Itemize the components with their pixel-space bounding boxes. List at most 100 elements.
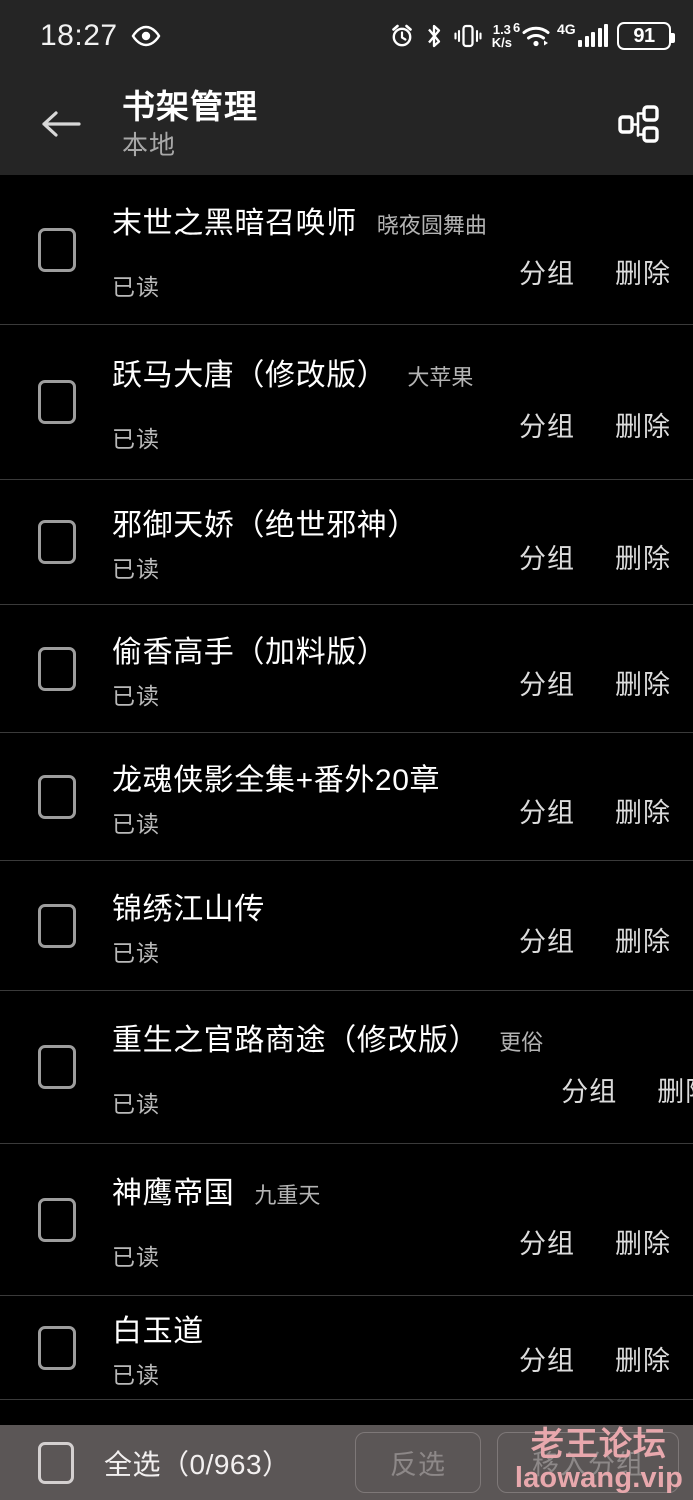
table-row[interactable]: 重生之官路商途（修改版） 更俗 已读 分组 删除 — [0, 991, 693, 1144]
row-actions: 分组 删除 — [519, 537, 671, 576]
row-title-line: 末世之黑暗召唤师 晓夜圆舞曲 — [112, 198, 501, 242]
row-actions: 分组 删除 — [519, 791, 671, 830]
signal-bars — [578, 24, 608, 47]
delete-action[interactable]: 删除 — [615, 920, 671, 959]
status-bar-left: 18:27 — [40, 19, 161, 53]
row-actions: 分组 删除 — [519, 252, 671, 291]
delete-action[interactable]: 删除 — [657, 1070, 693, 1109]
delete-action[interactable]: 删除 — [615, 537, 671, 576]
book-author: 九重天 — [254, 1182, 321, 1208]
delete-action[interactable]: 删除 — [615, 405, 671, 444]
row-content: 神鹰帝国 九重天 已读 — [112, 1168, 501, 1272]
row-checkbox[interactable] — [38, 1197, 76, 1242]
row-checkbox[interactable] — [38, 1325, 76, 1370]
status-bar-right: 1.3 K/s 6 4G 91 — [389, 20, 675, 50]
book-title: 邪御天娇（绝世邪神） — [112, 509, 418, 542]
row-actions: 分组 删除 — [561, 1070, 693, 1109]
row-checkbox[interactable] — [38, 520, 76, 564]
select-all-checkbox[interactable] — [38, 1441, 74, 1484]
row-content: 邪御天娇（绝世邪神） 已读 — [112, 500, 501, 584]
group-action[interactable]: 分组 — [519, 405, 575, 444]
row-content: 跃马大唐（修改版） 大苹果 已读 — [112, 350, 501, 454]
app-header: 书架管理 本地 — [0, 72, 693, 175]
row-title-line: 白玉道 — [112, 1306, 501, 1350]
row-actions: 分组 删除 — [519, 920, 671, 959]
row-checkbox[interactable] — [38, 227, 76, 272]
group-action[interactable]: 分组 — [519, 920, 575, 959]
network-speed-unit: K/s — [491, 35, 512, 50]
row-content: 重生之官路商途（修改版） 更俗 已读 — [112, 1015, 543, 1119]
back-button[interactable] — [30, 93, 92, 155]
table-row[interactable]: 偷香高手（加料版） 已读 分组 删除 — [0, 605, 693, 733]
group-action[interactable]: 分组 — [519, 252, 575, 291]
book-author: 晓夜圆舞曲 — [376, 212, 487, 238]
row-checkbox[interactable] — [38, 903, 76, 948]
book-title: 锦绣江山传 — [112, 892, 265, 926]
invert-selection-button[interactable]: 反选 — [355, 1432, 481, 1493]
row-actions: 分组 删除 — [519, 1222, 671, 1261]
group-action[interactable]: 分组 — [519, 537, 575, 576]
select-all-label: 全选（0/963） — [104, 1448, 291, 1480]
table-row[interactable]: 末世之黑暗召唤师 晓夜圆舞曲 已读 分组 删除 — [0, 175, 693, 325]
row-checkbox[interactable] — [38, 1045, 76, 1089]
row-actions: 分组 删除 — [519, 1339, 671, 1378]
eye-icon — [131, 25, 161, 47]
header-titles: 书架管理 本地 — [122, 87, 258, 161]
book-status: 已读 — [112, 1361, 160, 1388]
delete-action[interactable]: 删除 — [615, 663, 671, 702]
book-author: 大苹果 — [407, 365, 474, 390]
book-status: 已读 — [112, 810, 160, 837]
book-title: 神鹰帝国 — [112, 1176, 235, 1210]
delete-action[interactable]: 删除 — [615, 1339, 671, 1378]
book-title: 偷香高手（加料版） — [112, 635, 388, 669]
bluetooth-icon — [424, 22, 444, 50]
table-row[interactable]: 锦绣江山传 已读 分组 删除 — [0, 861, 693, 991]
table-row[interactable]: 龙魂侠影全集+番外20章 已读 分组 删除 — [0, 733, 693, 861]
group-action[interactable]: 分组 — [519, 1222, 575, 1261]
wifi-generation-label: 6 — [513, 20, 521, 35]
row-content: 末世之黑暗召唤师 晓夜圆舞曲 已读 — [112, 198, 501, 302]
book-status: 已读 — [112, 939, 160, 966]
app-screen: 18:27 1.3 K/s 6 4G 91 书架管理 本地 末世之黑暗召唤师 晓… — [0, 0, 693, 1500]
table-row[interactable]: 邪御天娇（绝世邪神） 已读 分组 删除 — [0, 480, 693, 605]
book-title: 重生之官路商途（修改版） — [112, 1024, 480, 1057]
group-action[interactable]: 分组 — [519, 663, 575, 702]
alarm-clock-icon — [389, 23, 415, 49]
book-title: 白玉道 — [112, 1314, 204, 1348]
row-title-line: 重生之官路商途（修改版） 更俗 — [112, 1015, 543, 1059]
group-action[interactable]: 分组 — [519, 1339, 575, 1378]
book-title: 末世之黑暗召唤师 — [112, 206, 357, 240]
row-content: 锦绣江山传 已读 — [112, 884, 501, 968]
battery-indicator: 91 — [617, 22, 675, 50]
page-subtitle: 本地 — [122, 129, 177, 160]
table-row[interactable]: 神鹰帝国 九重天 已读 分组 删除 — [0, 1144, 693, 1296]
wifi-icon: 6 — [513, 20, 551, 49]
book-status: 已读 — [112, 426, 160, 452]
book-status: 已读 — [112, 1091, 160, 1117]
hierarchy-icon — [618, 104, 659, 143]
table-row[interactable]: 白玉道 已读 分组 删除 — [0, 1296, 693, 1400]
row-actions: 分组 删除 — [519, 663, 671, 702]
row-actions: 分组 删除 — [519, 405, 671, 444]
clock-time: 18:27 — [40, 19, 118, 52]
row-checkbox[interactable] — [38, 774, 76, 819]
row-checkbox[interactable] — [38, 380, 76, 424]
book-status: 已读 — [112, 556, 160, 582]
group-action[interactable]: 分组 — [519, 791, 575, 830]
row-checkbox[interactable] — [38, 646, 76, 691]
hierarchy-button[interactable] — [607, 92, 671, 156]
row-content: 龙魂侠影全集+番外20章 已读 — [112, 755, 501, 839]
delete-action[interactable]: 删除 — [615, 791, 671, 830]
group-action[interactable]: 分组 — [561, 1070, 617, 1109]
battery-level-label: 91 — [633, 24, 655, 47]
bottom-toolbar-buttons: 反选 移入分组 — [355, 1432, 679, 1493]
delete-action[interactable]: 删除 — [615, 1222, 671, 1261]
row-title-line: 锦绣江山传 — [112, 884, 501, 928]
bottom-toolbar: 全选（0/963） 反选 移入分组 老王论坛 laowang.vip — [0, 1425, 693, 1500]
book-status: 已读 — [112, 682, 160, 709]
table-row[interactable]: 跃马大唐（修改版） 大苹果 已读 分组 删除 — [0, 325, 693, 480]
arrow-left-icon — [42, 110, 81, 137]
delete-action[interactable]: 删除 — [615, 252, 671, 291]
page-title: 书架管理 — [122, 87, 258, 125]
move-to-group-button[interactable]: 移入分组 — [497, 1432, 679, 1493]
